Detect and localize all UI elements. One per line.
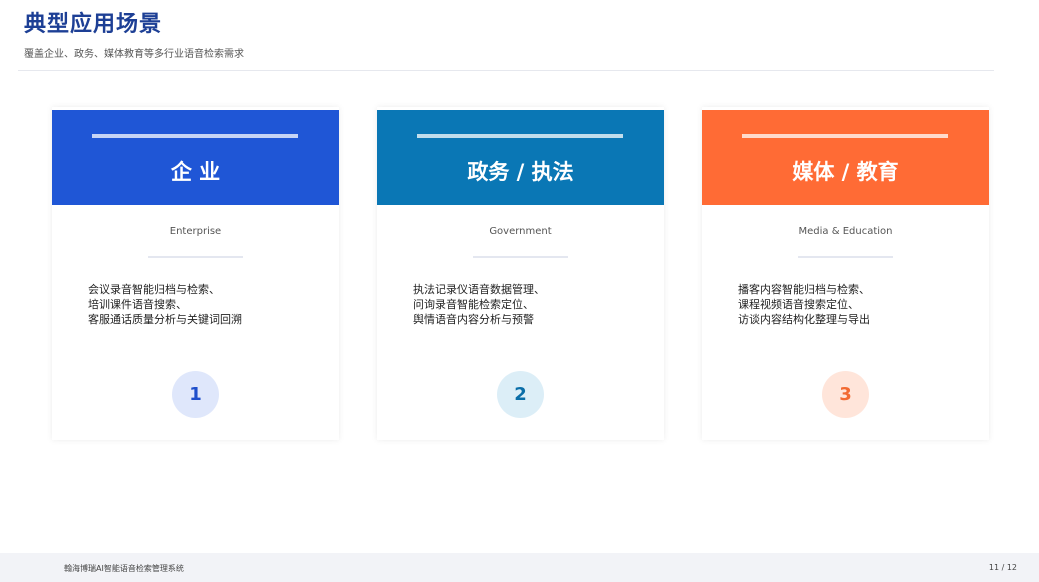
footer-bar: 翰海博瑞AI智能语音检索管理系统 11 / 12 [0, 553, 1039, 582]
header-bar-decoration [92, 134, 298, 138]
card-header: 企 业 [52, 110, 339, 205]
footer-system-name: 翰海博瑞AI智能语音检索管理系统 [64, 564, 184, 573]
card-english-subtitle: Government [489, 226, 552, 237]
card-divider [148, 256, 243, 258]
description-line: 培训课件语音搜索、 [88, 298, 187, 311]
card-number-badge: 3 [822, 371, 869, 418]
card-enterprise: 企 业 Enterprise 会议录音智能归档与检索、 培训课件语音搜索、 客服… [52, 107, 339, 440]
page-title: 典型应用场景 [24, 12, 163, 37]
card-government: 政务 / 执法 Government 执法记录仪语音数据管理、 问询录音智能检索… [377, 107, 664, 440]
card-title: 政务 / 执法 [467, 160, 574, 184]
card-title: 媒体 / 教育 [792, 160, 899, 184]
card-description: 会议录音智能归档与检索、 培训课件语音搜索、 客服通话质量分析与关键词回溯 [88, 282, 318, 327]
description-line: 访谈内容结构化整理与导出 [738, 313, 870, 326]
header-bar-decoration [417, 134, 623, 138]
description-line: 会议录音智能归档与检索、 [88, 283, 220, 296]
header-divider [18, 70, 994, 71]
card-english-subtitle: Enterprise [169, 226, 222, 237]
card-number-badge: 1 [172, 371, 219, 418]
card-number-badge: 2 [497, 371, 544, 418]
card-media-education: 媒体 / 教育 Media & Education 播客内容智能归档与检索、 课… [702, 107, 989, 440]
card-title: 企 业 [170, 160, 221, 184]
description-line: 执法记录仪语音数据管理、 [413, 283, 545, 296]
description-line: 舆情语音内容分析与预警 [413, 313, 534, 326]
page-subtitle: 覆盖企业、政务、媒体教育等多行业语音检索需求 [24, 49, 244, 60]
card-divider [798, 256, 893, 258]
description-line: 问询录音智能检索定位、 [413, 298, 534, 311]
description-line: 课程视频语音搜索定位、 [738, 298, 859, 311]
description-line: 播客内容智能归档与检索、 [738, 283, 870, 296]
card-description: 执法记录仪语音数据管理、 问询录音智能检索定位、 舆情语音内容分析与预警 [413, 282, 643, 327]
card-divider [473, 256, 568, 258]
card-header: 媒体 / 教育 [702, 110, 989, 205]
card-header: 政务 / 执法 [377, 110, 664, 205]
page-number: 11 / 12 [988, 563, 1017, 572]
description-line: 客服通话质量分析与关键词回溯 [88, 313, 242, 326]
card-english-subtitle: Media & Education [798, 226, 893, 237]
card-description: 播客内容智能归档与检索、 课程视频语音搜索定位、 访谈内容结构化整理与导出 [738, 282, 968, 327]
header-bar-decoration [742, 134, 948, 138]
